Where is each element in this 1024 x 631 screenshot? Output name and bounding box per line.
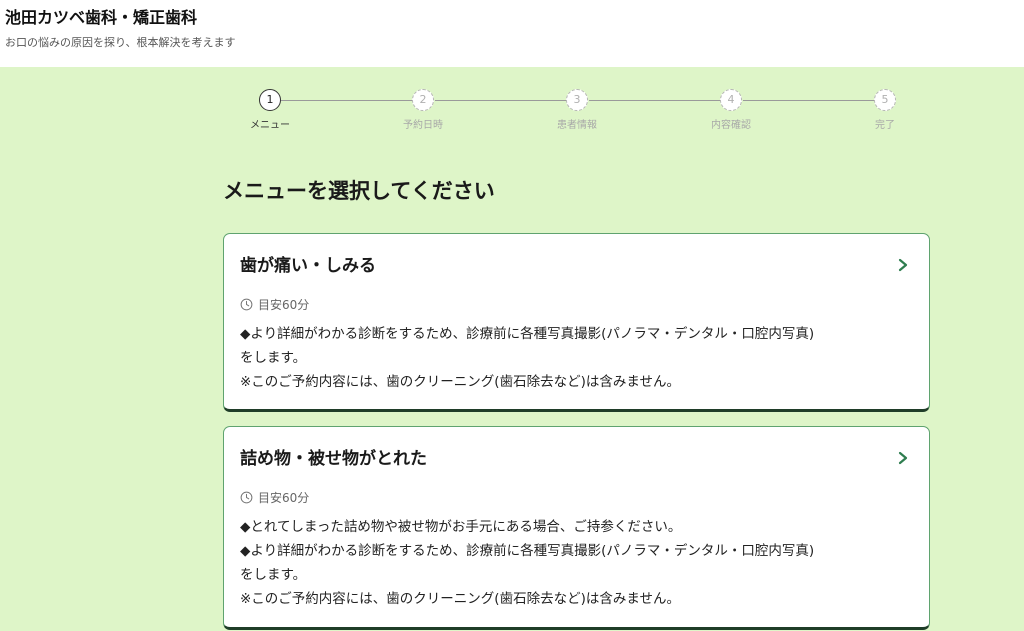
menu-description: ◆とれてしまった詰め物や被せ物がお手元にある場合、ご持参ください。 ◆より詳細が… — [240, 515, 920, 611]
step-number: 3 — [566, 89, 588, 111]
description-line: ◆より詳細がわかる診断をするため、診療前に各種写真撮影(パノラマ・デンタル・口腔… — [240, 326, 815, 342]
step-label: 内容確認 — [711, 120, 751, 131]
step-number: 2 — [412, 89, 434, 111]
clock-icon — [240, 491, 253, 504]
menu-card-title: 詰め物・被せ物がとれた — [240, 449, 427, 469]
step-complete: 5 完了 — [845, 87, 925, 131]
menu-description: ◆より詳細がわかる診断をするため、診療前に各種写真撮影(パノラマ・デンタル・口腔… — [240, 322, 920, 394]
step-number: 1 — [259, 89, 281, 111]
menu-card-title: 歯が痛い・しみる — [240, 256, 376, 276]
site-header: 池田カツベ歯科・矯正歯科 お口の悩みの原因を探り、根本解決を考えます — [0, 0, 1024, 67]
step-label: メニュー — [250, 120, 290, 131]
page-title: メニューを選択してください — [223, 179, 495, 203]
main-content: 1 メニュー 2 予約日時 3 患者情報 4 内容確認 5 完了 メニューを選択… — [0, 67, 1024, 631]
description-line: をします。 — [240, 350, 307, 366]
chevron-right-icon — [898, 258, 908, 272]
description-line: ◆より詳細がわかる診断をするため、診療前に各種写真撮影(パノラマ・デンタル・口腔… — [240, 543, 815, 559]
chevron-right-icon — [898, 451, 908, 465]
step-label: 予約日時 — [403, 120, 443, 131]
step-label: 患者情報 — [557, 120, 597, 131]
progress-stepper: 1 メニュー 2 予約日時 3 患者情報 4 内容確認 5 完了 — [223, 87, 931, 137]
step-patient-info: 3 患者情報 — [537, 87, 617, 131]
menu-card-toothache[interactable]: 歯が痛い・しみる 目安60分 ◆より詳細がわかる診断をするため、診療前に各種写真… — [223, 233, 930, 412]
step-label: 完了 — [875, 120, 895, 131]
step-number: 4 — [720, 89, 742, 111]
duration-text: 目安60分 — [258, 298, 310, 312]
clock-icon — [240, 298, 253, 311]
clinic-tagline: お口の悩みの原因を探り、根本解決を考えます — [5, 36, 236, 49]
step-confirm: 4 内容確認 — [691, 87, 771, 131]
step-datetime: 2 予約日時 — [383, 87, 463, 131]
clinic-name[interactable]: 池田カツベ歯科・矯正歯科 — [5, 4, 197, 28]
step-number: 5 — [874, 89, 896, 111]
duration-text: 目安60分 — [258, 491, 310, 505]
menu-duration: 目安60分 — [240, 296, 309, 313]
description-line: ※このご予約内容には、歯のクリーニング(歯石除去など)は含みません。 — [240, 374, 680, 390]
step-menu: 1 メニュー — [230, 87, 310, 131]
description-line: ※このご予約内容には、歯のクリーニング(歯石除去など)は含みません。 — [240, 591, 680, 607]
description-line: ◆とれてしまった詰め物や被せ物がお手元にある場合、ご持参ください。 — [240, 519, 682, 535]
description-line: をします。 — [240, 567, 307, 583]
menu-card-lost-filling[interactable]: 詰め物・被せ物がとれた 目安60分 ◆とれてしまった詰め物や被せ物がお手元にある… — [223, 426, 930, 630]
menu-duration: 目安60分 — [240, 489, 309, 506]
